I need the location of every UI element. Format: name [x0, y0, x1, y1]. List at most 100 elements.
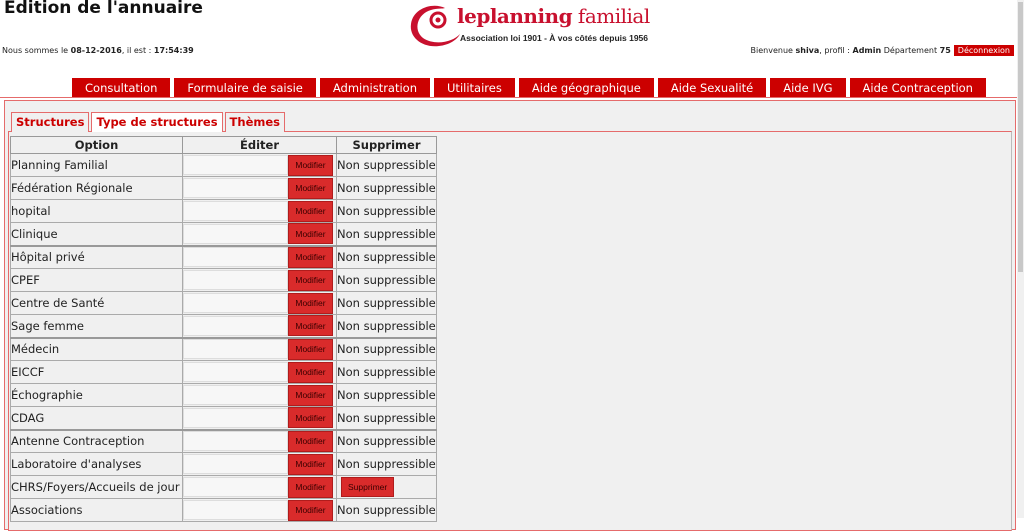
edit-cell: Modifier — [182, 406, 337, 430]
option-cell: Échographie — [10, 383, 183, 407]
edit-controls: Modifier — [183, 453, 336, 475]
edit-controls: Modifier — [183, 476, 336, 498]
nav-aide-sexualite[interactable]: Aide Sexualité — [657, 78, 767, 98]
modify-button[interactable]: Modifier — [288, 499, 333, 521]
edit-option-input[interactable] — [183, 431, 288, 452]
edit-controls: Modifier — [183, 154, 336, 176]
nav-divider — [0, 97, 1017, 98]
nav-consultation[interactable]: Consultation — [72, 78, 171, 98]
edit-option-input[interactable] — [183, 178, 288, 198]
edit-controls: Modifier — [183, 384, 336, 406]
scrollbar-thumb[interactable] — [1018, 2, 1023, 272]
option-cell: hopital — [10, 199, 183, 223]
modify-button[interactable]: Modifier — [288, 361, 333, 383]
option-cell: Laboratoire d'analyses — [10, 452, 183, 476]
option-cell: Fédération Régionale — [10, 176, 183, 200]
nav-utilitaires[interactable]: Utilitaires — [434, 78, 515, 98]
nav-aide-geographique[interactable]: Aide géographique — [518, 78, 654, 98]
edit-option-input[interactable] — [183, 201, 288, 221]
table-row: Échographie Modifier Non suppressible — [10, 383, 437, 407]
edit-controls: Modifier — [183, 338, 336, 360]
not-deletable-label: Non suppressible — [336, 244, 437, 269]
option-cell: Sage femme — [10, 314, 183, 338]
edit-option-input[interactable] — [183, 362, 288, 382]
tab-themes[interactable]: Thèmes — [224, 112, 286, 132]
modify-button[interactable]: Modifier — [288, 315, 333, 337]
modify-button[interactable]: Modifier — [288, 384, 333, 406]
logout-button[interactable]: Déconnexion — [953, 45, 1014, 56]
modify-button[interactable]: Modifier — [288, 292, 333, 314]
nav-administration[interactable]: Administration — [319, 78, 431, 98]
modify-button[interactable]: Modifier — [288, 407, 333, 429]
not-deletable-label: Non suppressible — [336, 383, 437, 407]
modify-button[interactable]: Modifier — [288, 476, 333, 498]
modify-button[interactable]: Modifier — [288, 154, 333, 176]
page-title: Édition de l'annuaire — [4, 0, 203, 18]
table-row: CPEF Modifier Non suppressible — [10, 268, 437, 292]
tab-type-de-structures[interactable]: Type de structures — [91, 112, 223, 132]
table-header-row: Option Éditer Supprimer — [10, 136, 437, 154]
edit-option-input[interactable] — [183, 270, 288, 290]
edit-controls: Modifier — [183, 499, 336, 521]
edit-controls: Modifier — [183, 361, 336, 383]
edit-cell: Modifier — [182, 244, 337, 269]
edit-option-input[interactable] — [183, 477, 288, 497]
not-deletable-label: Non suppressible — [336, 336, 437, 361]
edit-option-input[interactable] — [183, 223, 288, 244]
modify-button[interactable]: Modifier — [288, 246, 333, 268]
edit-option-input[interactable] — [183, 339, 288, 360]
modify-button[interactable]: Modifier — [288, 223, 333, 245]
logo: leplanning familial Association loi 1901… — [405, 2, 665, 52]
table-row: hopital Modifier Non suppressible — [10, 199, 437, 223]
logo-tagline: Association loi 1901 - À vos côtés depui… — [460, 33, 649, 43]
not-deletable-label: Non suppressible — [336, 153, 437, 177]
not-deletable-label: Non suppressible — [336, 222, 437, 246]
user-info: Bienvenue shiva, profil : Admin Départem… — [751, 45, 1014, 56]
modify-button[interactable]: Modifier — [288, 177, 333, 199]
logo-brand: leplanning familial — [457, 4, 650, 28]
modify-button[interactable]: Modifier — [288, 269, 333, 291]
option-cell: Centre de Santé — [10, 291, 183, 315]
edit-option-input[interactable] — [183, 407, 288, 428]
date-line: Nous sommes le 08-12-2016, il est : 17:5… — [2, 46, 194, 55]
subtabs: Structures Type de structures Thèmes — [11, 112, 286, 132]
edit-option-input[interactable] — [183, 293, 288, 313]
tab-structures[interactable]: Structures — [11, 112, 90, 132]
edit-controls: Modifier — [183, 407, 336, 429]
edit-cell: Modifier — [182, 360, 337, 384]
modify-button[interactable]: Modifier — [288, 453, 333, 475]
option-cell: CHRS/Foyers/Accueils de jour — [10, 475, 183, 499]
modify-button[interactable]: Modifier — [288, 200, 333, 222]
edit-option-input[interactable] — [183, 247, 288, 268]
delete-button[interactable]: Supprimer — [341, 477, 395, 497]
nav-aide-contraception[interactable]: Aide Contraception — [849, 78, 986, 98]
vertical-scrollbar[interactable] — [1017, 0, 1024, 518]
edit-controls: Modifier — [183, 200, 336, 222]
modify-button[interactable]: Modifier — [288, 430, 333, 452]
table-row: CHRS/Foyers/Accueils de jour Modifier Supp… — [10, 475, 437, 499]
nav-formulaire-de-saisie[interactable]: Formulaire de saisie — [174, 78, 316, 98]
user-profile: Admin — [852, 46, 882, 55]
edit-cell: Modifier — [182, 475, 337, 499]
edit-cell: Modifier — [182, 498, 337, 522]
current-time: 17:54:39 — [153, 46, 194, 55]
table-row: Médecin Modifier Non suppressible — [10, 336, 437, 361]
logo-swirl-icon — [410, 5, 460, 47]
nav-aide-ivg[interactable]: Aide IVG — [770, 78, 846, 98]
not-deletable-label: Non suppressible — [336, 406, 437, 430]
main-nav: Consultation Formulaire de saisie Admini… — [72, 78, 986, 98]
edit-option-input[interactable] — [183, 155, 288, 175]
option-cell: Clinique — [10, 222, 183, 246]
edit-cell: Modifier — [182, 268, 337, 292]
edit-option-input[interactable] — [183, 454, 288, 474]
not-deletable-label: Non suppressible — [336, 498, 437, 522]
edit-cell: Modifier — [182, 428, 337, 453]
modify-button[interactable]: Modifier — [288, 338, 333, 360]
column-header-edit: Éditer — [182, 136, 337, 154]
edit-option-input[interactable] — [183, 500, 288, 520]
edit-option-input[interactable] — [183, 385, 288, 405]
edit-cell: Modifier — [182, 176, 337, 200]
edit-option-input[interactable] — [183, 315, 288, 336]
edit-controls: Modifier — [183, 430, 336, 452]
edit-controls: Modifier — [183, 223, 336, 245]
